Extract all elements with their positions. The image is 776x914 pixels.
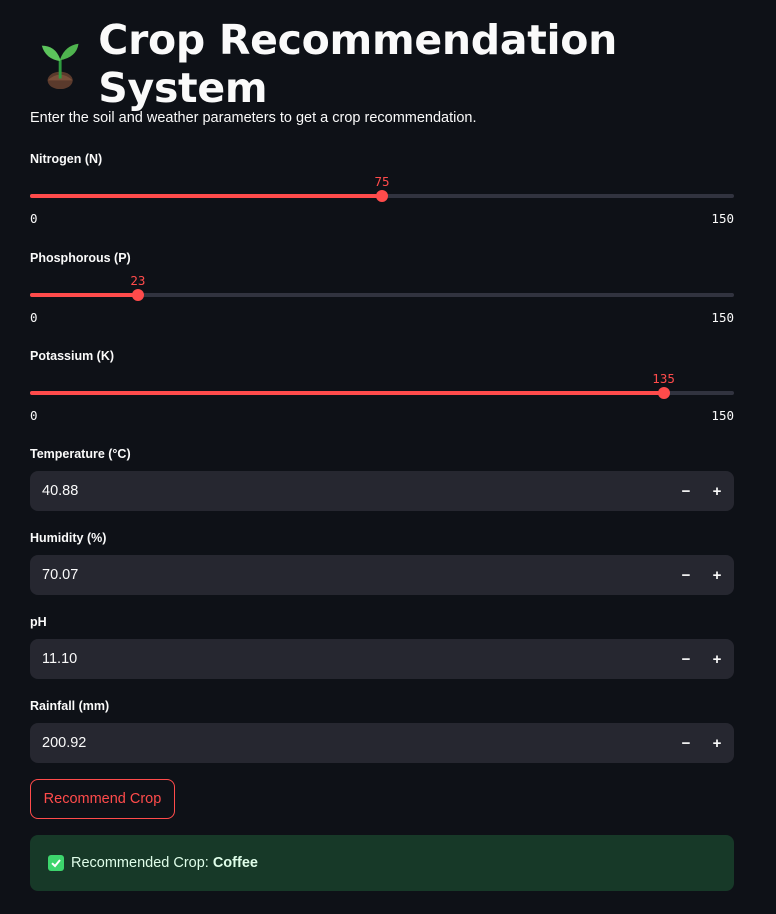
slider-thumb[interactable] [131,289,144,301]
potassium-slider[interactable]: 135 0 150 [30,371,734,423]
rainfall-input-box: − + [30,723,734,763]
ph-input[interactable] [42,639,602,679]
nitrogen-slider[interactable]: 75 0 150 [30,174,734,226]
slider-fill [30,391,664,395]
slider-thumb[interactable] [376,190,388,202]
nitrogen-label: Nitrogen (N) [30,152,103,166]
phosphorous-label: Phosphorous (P) [30,251,131,265]
recommendation-result: Recommended Crop: Coffee [30,835,734,891]
title-row: Crop Recommendation System [36,16,776,112]
temperature-input-box: − + [30,471,734,511]
temperature-input[interactable] [42,471,602,511]
ph-increment-button[interactable]: + [701,639,733,679]
humidity-label: Humidity (%) [30,531,107,545]
humidity-decrement-button[interactable]: − [670,555,702,595]
slider-thumb[interactable] [657,387,670,399]
phosphorous-slider[interactable]: 23 0 150 [30,273,734,325]
slider-max: 150 [711,408,734,423]
temperature-decrement-button[interactable]: − [670,471,702,511]
slider-max: 150 [711,310,734,325]
ph-decrement-button[interactable]: − [670,639,702,679]
app: Crop Recommendation System Enter the soi… [0,0,776,914]
rainfall-increment-button[interactable]: + [701,723,733,763]
humidity-input[interactable] [42,555,602,595]
temperature-increment-button[interactable]: + [701,471,733,511]
humidity-input-box: − + [30,555,734,595]
slider-fill [30,194,382,198]
recommended-crop: Coffee [212,855,258,871]
slider-fill [30,293,138,297]
slider-value: 135 [652,371,675,386]
slider-min: 0 [30,211,38,226]
ph-label: pH [30,615,47,629]
seedling-icon [41,43,79,89]
slider-value: 23 [130,273,146,288]
recommend-crop-button[interactable]: Recommend Crop [30,779,175,819]
rainfall-label: Rainfall (mm) [30,699,110,713]
potassium-label: Potassium (K) [30,349,115,363]
humidity-increment-button[interactable]: + [701,555,733,595]
ph-input-box: − + [30,639,734,679]
slider-min: 0 [30,408,38,423]
temperature-label: Temperature (°C) [30,447,131,461]
rainfall-input[interactable] [42,723,602,763]
rainfall-decrement-button[interactable]: − [670,723,702,763]
slider-min: 0 [30,310,38,325]
slider-value: 75 [374,174,390,189]
check-icon [48,855,64,871]
page-subtitle: Enter the soil and weather parameters to… [30,110,477,126]
result-prefix: Recommended Crop: [71,855,209,871]
slider-max: 150 [711,211,734,226]
page-title: Crop Recommendation System [98,16,618,112]
